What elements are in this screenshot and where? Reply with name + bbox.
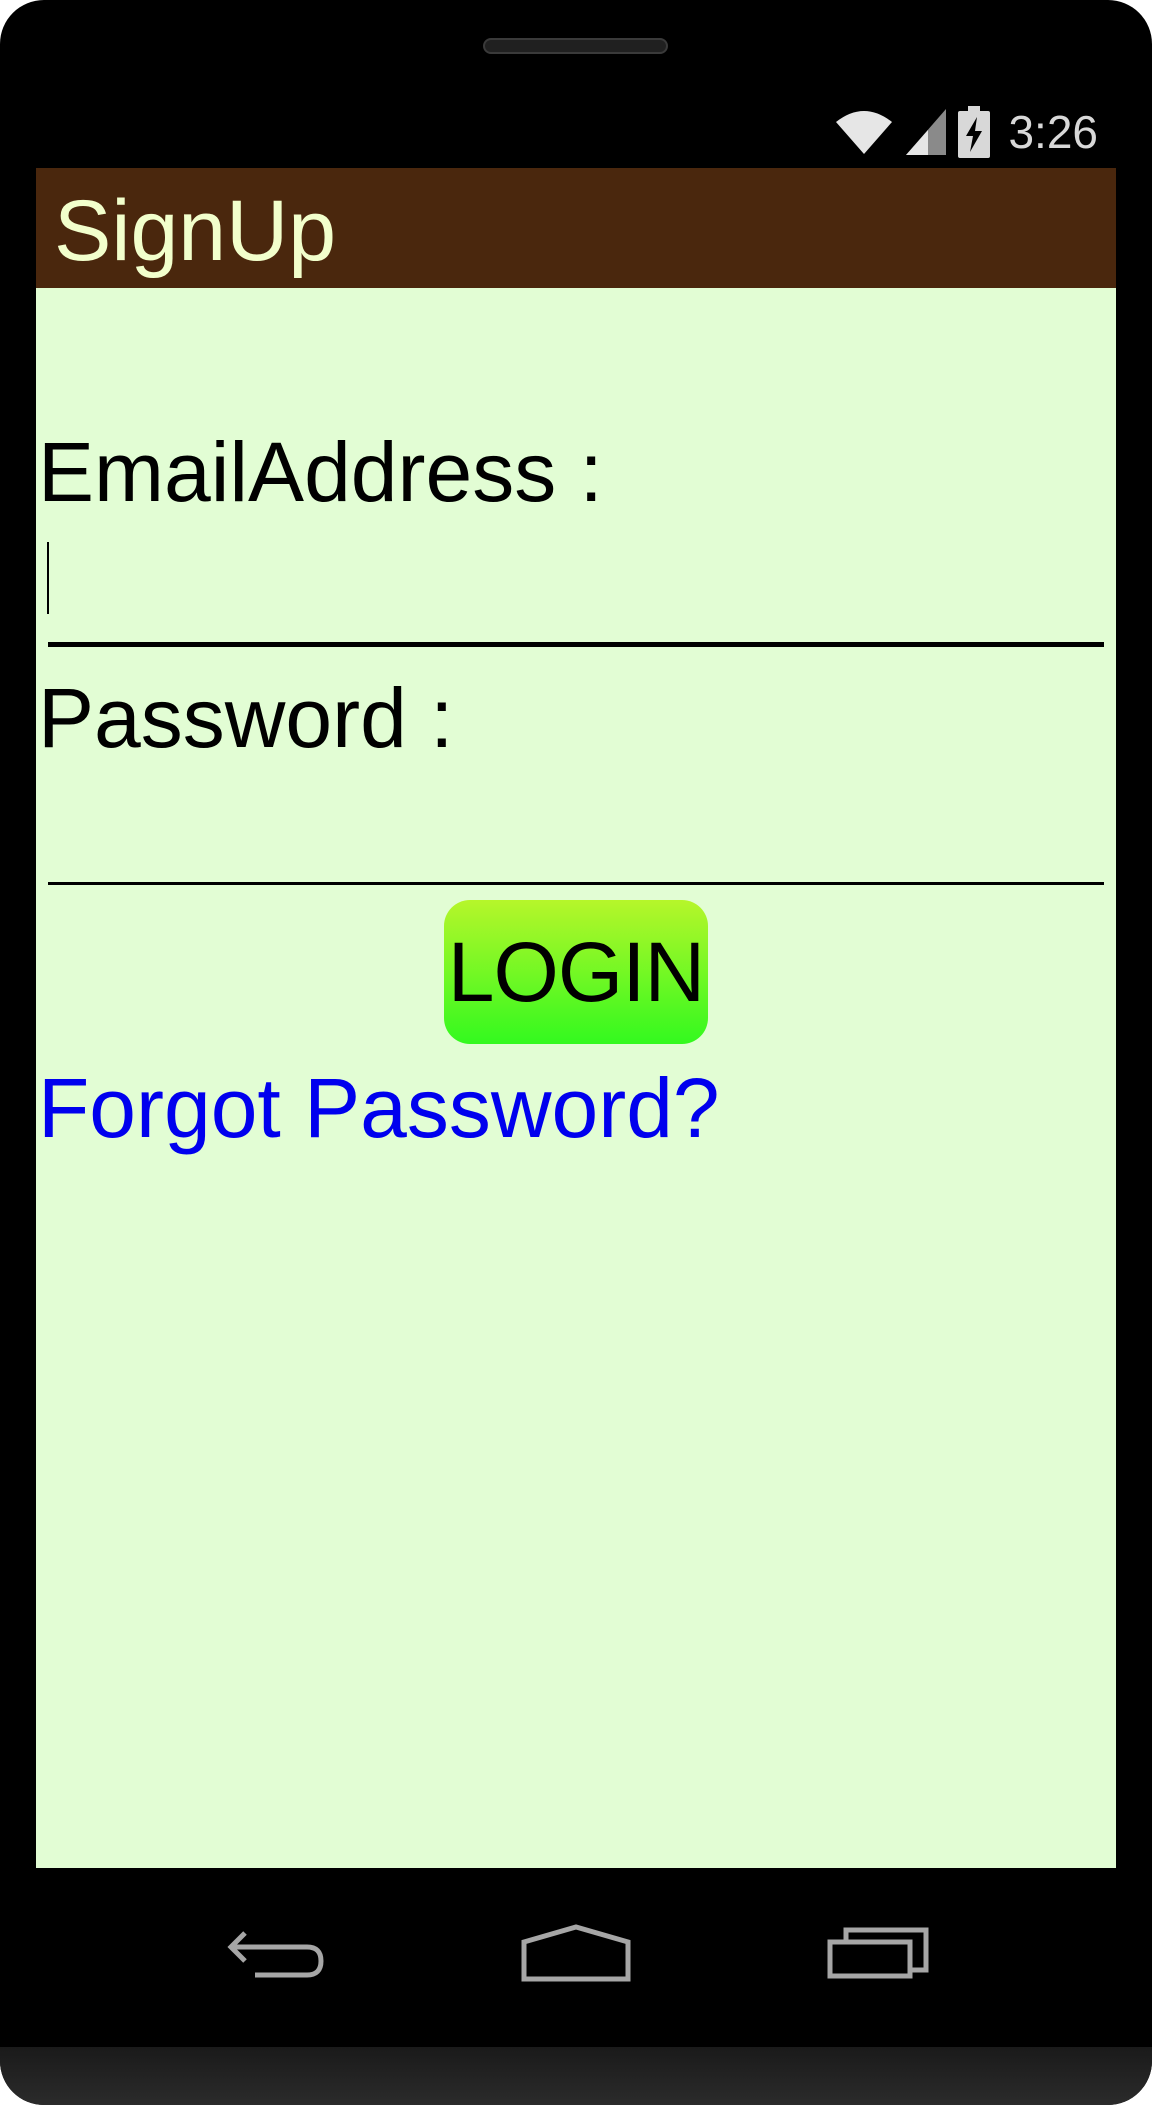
back-icon	[227, 1931, 324, 1978]
cellular-signal-icon	[906, 109, 947, 155]
email-field[interactable]	[48, 538, 1104, 647]
phone-chin	[0, 2047, 1152, 2105]
navigation-bar	[0, 1868, 1152, 2048]
home-button[interactable]	[511, 1908, 641, 1998]
password-label: Password :	[38, 671, 454, 765]
status-bar: 3:26	[36, 100, 1116, 168]
forgot-password-link[interactable]: Forgot Password?	[38, 1066, 720, 1150]
app-screen: SignUp EmailAddress : Password : LOGIN F…	[36, 168, 1116, 1868]
earpiece-speaker	[483, 38, 668, 54]
wifi-icon	[836, 111, 893, 154]
back-button[interactable]	[210, 1908, 340, 1998]
battery-charging-icon	[958, 106, 991, 158]
status-time: 3:26	[1008, 106, 1098, 158]
login-button[interactable]: LOGIN	[444, 900, 708, 1044]
recent-apps-button[interactable]	[813, 1908, 943, 1998]
text-cursor	[47, 542, 49, 614]
status-icons: 3:26	[834, 104, 1098, 160]
recent-apps-icon	[827, 1927, 929, 1979]
password-field[interactable]	[48, 788, 1104, 885]
home-icon	[521, 1924, 631, 1982]
email-label: EmailAddress :	[38, 425, 603, 519]
app-title: SignUp	[54, 183, 337, 279]
phone-frame: 3:26 SignUp EmailAddress : Password : LO…	[0, 0, 1152, 2105]
app-bar: SignUp	[36, 168, 1116, 288]
